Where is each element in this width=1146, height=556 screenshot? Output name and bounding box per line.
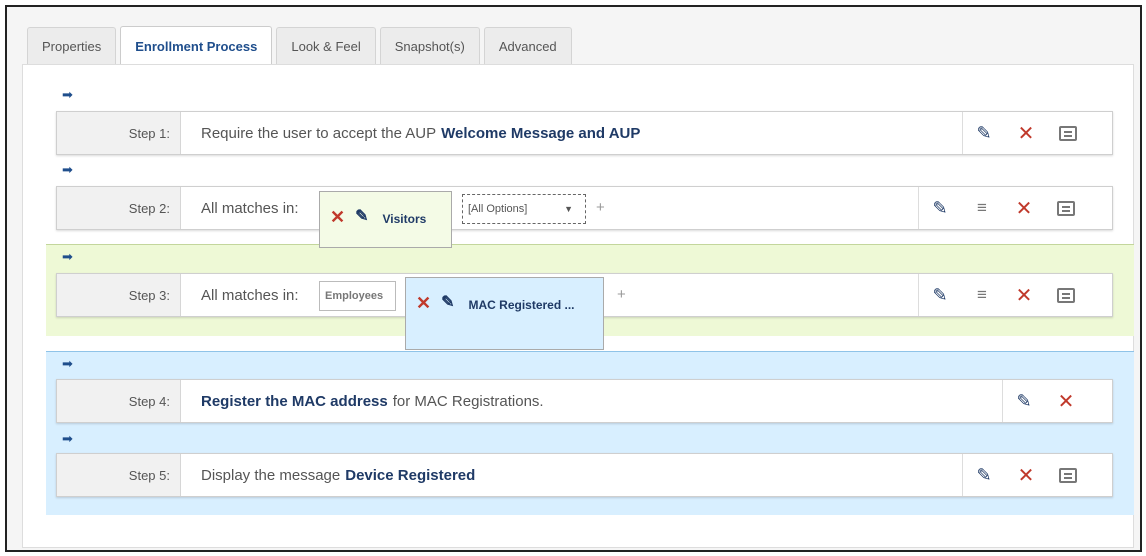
step-description: Require the user to accept the AUP Welco…: [201, 112, 640, 154]
step-link[interactable]: Device Registered: [345, 467, 475, 484]
options-dropdown[interactable]: [All Options] ▼: [462, 194, 586, 224]
message-icon: [1059, 125, 1077, 141]
arrow-right-icon: ➡: [62, 356, 73, 371]
step-link[interactable]: Register the MAC address: [201, 393, 388, 410]
close-icon[interactable]: ✕: [1005, 454, 1047, 496]
step-link[interactable]: Welcome Message and AUP: [441, 125, 640, 142]
menu-lines-icon[interactable]: ≡: [961, 274, 1003, 316]
pencil-icon[interactable]: ✎: [963, 112, 1005, 154]
step-actions: ✎ ✕: [962, 454, 1112, 496]
message-icon: [1057, 287, 1075, 303]
menu-lines-icon[interactable]: ≡: [961, 187, 1003, 229]
step-actions: ✎ ≡ ✕: [918, 187, 1112, 229]
pencil-icon[interactable]: ✎: [355, 209, 368, 225]
arrow-right-icon: ➡: [62, 249, 73, 264]
enrollment-panel: ➡ ➡ ➡ ➡ ➡ Step 1: Require the user to ac…: [22, 64, 1134, 548]
step-description: Register the MAC address for MAC Registr…: [201, 380, 544, 422]
tab-enrollment-process[interactable]: Enrollment Process: [120, 26, 273, 66]
close-icon[interactable]: ✕: [1045, 380, 1087, 422]
mac-registered-chip-popout[interactable]: ✕ ✎ MAC Registered ...: [405, 277, 604, 350]
step-5-row: Step 5: Display the message Device Regis…: [56, 453, 1113, 497]
chip-label: Visitors: [382, 212, 427, 226]
arrow-right-icon: ➡: [62, 431, 73, 446]
step-1-row: Step 1: Require the user to accept the A…: [56, 111, 1113, 155]
step-text: All matches in:: [201, 199, 299, 217]
message-icon: [1057, 200, 1075, 216]
pencil-icon[interactable]: ✎: [441, 295, 454, 311]
close-icon[interactable]: ✕: [1005, 112, 1047, 154]
step-actions: ✎ ✕: [962, 112, 1112, 154]
step-label: Step 5:: [57, 454, 181, 496]
dropdown-value: [All Options]: [468, 203, 528, 215]
close-icon[interactable]: ✕: [330, 208, 345, 226]
step-label: Step 3:: [57, 274, 181, 316]
pencil-icon[interactable]: ✎: [919, 274, 961, 316]
close-icon[interactable]: ✕: [1003, 274, 1045, 316]
step-text: Require the user to accept the AUP: [201, 124, 437, 142]
close-icon[interactable]: ✕: [1003, 187, 1045, 229]
step-text: All matches in:: [201, 286, 299, 304]
tab-bar: Properties Enrollment Process Look & Fee…: [27, 25, 576, 66]
pencil-icon[interactable]: ✎: [1003, 380, 1045, 422]
employees-chip[interactable]: Employees: [319, 281, 396, 311]
tab-look-and-feel[interactable]: Look & Feel: [276, 27, 376, 65]
step-2-row: Step 2: All matches in: [All Options] ▼ …: [56, 186, 1113, 230]
step-label: Step 2:: [57, 187, 181, 229]
message-button[interactable]: [1045, 274, 1087, 316]
chevron-down-icon: ▼: [564, 204, 573, 214]
tab-snapshots[interactable]: Snapshot(s): [379, 27, 480, 65]
chip-label: MAC Registered ...: [468, 298, 575, 312]
step-label: Step 4:: [57, 380, 181, 422]
pencil-icon[interactable]: ✎: [963, 454, 1005, 496]
visitors-chip-popout[interactable]: ✕ ✎ Visitors: [319, 191, 452, 248]
step-description: Display the message Device Registered: [201, 454, 475, 496]
tab-advanced[interactable]: Advanced: [483, 27, 572, 65]
message-icon: [1059, 467, 1077, 483]
step-actions: ✎ ≡ ✕: [918, 274, 1112, 316]
message-button[interactable]: [1047, 454, 1089, 496]
pencil-icon[interactable]: ✎: [919, 187, 961, 229]
add-condition-button[interactable]: +: [617, 286, 626, 303]
tab-properties[interactable]: Properties: [27, 27, 117, 65]
step-label: Step 1:: [57, 112, 181, 154]
arrow-right-icon: ➡: [62, 87, 73, 102]
add-condition-button[interactable]: +: [596, 199, 605, 216]
step-actions: ✎ ✕: [1002, 380, 1112, 422]
arrow-right-icon: ➡: [62, 162, 73, 177]
window-frame: Properties Enrollment Process Look & Fee…: [5, 5, 1142, 552]
step-4-row: Step 4: Register the MAC address for MAC…: [56, 379, 1113, 423]
close-icon[interactable]: ✕: [416, 294, 431, 312]
message-button[interactable]: [1047, 112, 1089, 154]
step-text: for MAC Registrations.: [392, 392, 544, 410]
step-text: Display the message: [201, 466, 341, 484]
message-button[interactable]: [1045, 187, 1087, 229]
